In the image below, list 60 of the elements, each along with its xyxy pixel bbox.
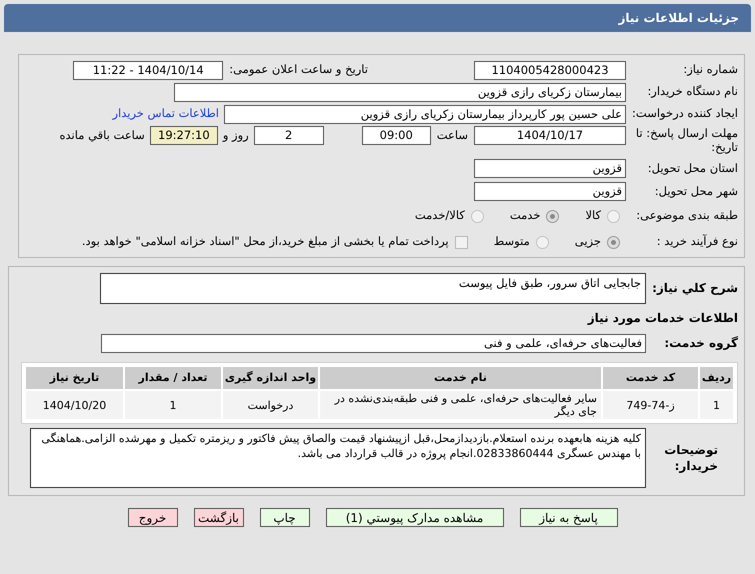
input-field[interactable]: 1404/10/14 - 11:22 [73, 60, 224, 80]
checkbox-label: پرداخت تمام یا بخشی از مبلغ خرید،از محل "اسناد خزانه اسلامی" خواهد بود. [82, 233, 449, 250]
field-label: طبقه بندی موضوعی: [635, 207, 738, 224]
option-label: کالا [585, 207, 601, 224]
field-label: نوع فرآیند خرید : [656, 233, 738, 250]
column-header: ردیف [700, 367, 733, 389]
input-field[interactable]: 09:00 [362, 126, 431, 145]
contact-link[interactable]: اطلاعات تماس خریدار [112, 105, 219, 123]
input-field[interactable]: علی حسین پور کارپرداز بیمارستان زکریای رازی قزوین [224, 104, 626, 124]
column-header: نام خدمت [320, 367, 601, 389]
input-field[interactable]: بیمارستان زکریای رازی قزوین [174, 82, 626, 102]
button[interactable]: بازگشت [194, 508, 244, 527]
table-cell: 1 [700, 391, 733, 419]
field-label: ساعت باقي مانده [60, 127, 145, 144]
field-label: تاریخ و ساعت اعلان عمومی: [229, 61, 368, 78]
column-header: کد خدمت [603, 367, 698, 389]
field-label: مهلت ارسال پاسخ: تا تاریخ: [634, 126, 738, 154]
field-label: شهر محل تحویل: [654, 182, 738, 200]
checkbox[interactable] [454, 236, 468, 248]
field-label: نام دستگاه خریدار: [646, 83, 738, 100]
field-label: توضیحات خریدار: [663, 442, 719, 474]
table-cell: 1 [125, 391, 221, 419]
field-label: روز و [222, 127, 249, 144]
button[interactable]: مشاهده مدارک پیوستي (1) [326, 508, 504, 527]
table-cell: 1404/10/20 [26, 391, 123, 419]
input-field[interactable]: 1404/10/17 [474, 126, 626, 145]
field-label: ساعت [436, 127, 468, 144]
column-header: واحد اندازه گیری [223, 367, 318, 389]
option-label: متوسط [494, 233, 530, 250]
table-cell: ز-74-749 [603, 391, 698, 419]
table-cell: درخواست [223, 391, 318, 419]
radio-button[interactable] [536, 236, 549, 248]
button[interactable]: چاپ [260, 508, 310, 527]
input-field[interactable]: 1104005428000423 [474, 60, 626, 80]
field-label: گروه خدمت: [663, 335, 738, 352]
input-field[interactable]: قزوین [474, 182, 626, 201]
text-area[interactable]: کلیه هزینه هابعهده برنده استعلام.بازدیدازمحل،قبل ازپیشنهاد قیمت والصاق پیش فاکتور و ریزمتره تکمیل و مهرشده الزامی.هماهنگی با مهندس عسگری 02833860444.انجام پروژه در قالب قرارداد می باشد. [30, 428, 646, 488]
column-header: تاریخ نیاز [26, 367, 123, 389]
option-label: جزیی [574, 233, 601, 250]
button[interactable]: پاسخ به نیاز [520, 508, 618, 527]
field-label: شرح کلي نیاز: [651, 280, 738, 297]
radio-button[interactable] [607, 236, 620, 248]
field-label: ایجاد کننده درخواست: [631, 105, 738, 122]
column-header: تعداد / مقدار [125, 367, 221, 389]
option-label: خدمت [510, 207, 540, 224]
title-bar: جزئیات اطلاعات نیاز [4, 4, 751, 32]
radio-button[interactable] [470, 210, 484, 222]
option-label: کالا/خدمت [414, 207, 465, 224]
field-label: شماره نیاز: [682, 61, 738, 78]
input-field[interactable]: فعالیت‌های حرفه‌ای، علمی و فنی [101, 334, 646, 352]
table-cell: سایر فعالیت‌های حرفه‌ای، علمی و فنی طبقه‌بندی‌نشده در جای دیگر [320, 391, 601, 419]
section-heading: اطلاعات خدمات مورد نیاز [588, 310, 738, 327]
input-field[interactable]: قزوین [474, 159, 626, 178]
input-field[interactable]: 19:27:10 [150, 126, 218, 145]
radio-button[interactable] [546, 210, 560, 222]
text-area[interactable]: جابجایی اتاق سرور، طبق فایل پیوست [100, 273, 646, 304]
radio-button[interactable] [607, 210, 620, 222]
input-field[interactable]: 2 [254, 126, 324, 145]
field-label: استان محل تحویل: [646, 160, 738, 177]
button[interactable]: خروج [128, 508, 178, 527]
